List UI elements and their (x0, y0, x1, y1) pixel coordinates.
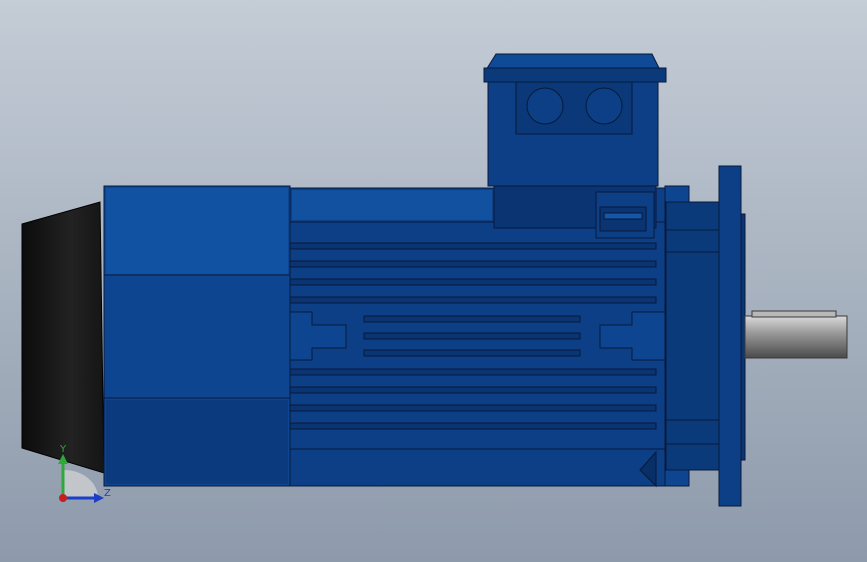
graphics-viewport[interactable]: Y Z (0, 0, 867, 562)
triad-y-label: Y (60, 444, 67, 455)
triad-x-axis (59, 494, 67, 502)
triad-z-label: Z (104, 488, 111, 499)
output-shaft (744, 315, 848, 359)
fan-cover-end-cap (21, 201, 105, 474)
triad-plane-quadrant (63, 469, 98, 498)
terminal-box (483, 53, 667, 239)
motor-model-view[interactable] (0, 0, 867, 562)
shaft-key (751, 310, 837, 318)
mounting-flange (718, 165, 742, 507)
cable-gland-left (526, 87, 564, 125)
cable-gland-right (585, 87, 623, 125)
